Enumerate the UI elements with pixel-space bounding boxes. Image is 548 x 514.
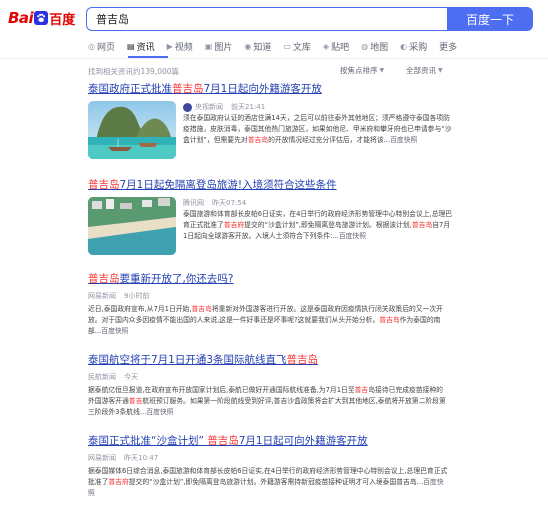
sort-label: 按焦点排序 [340,66,378,75]
result-snippet: 据泰国媒体6日综合消息,泰国旅游和体育部长皮帕6日证实,在4日举行的政府经济形势… [88,467,448,497]
tab-news[interactable]: ▤ 资讯 [127,37,155,55]
result-meta: 网易新闻 9小时前 [88,290,448,302]
tab-label: 视频 [174,42,193,53]
news-result: 泰国政府正式批准普吉岛7月1日起向外籍游客开放 央视新闻 前天21:41 须在泰… [88,82,452,170]
result-meta: 网易新闻 昨天10:47 [88,452,448,464]
result-title[interactable]: 普吉岛7月1日起免隔离登岛旅游!入境须符合这些条件 [88,178,448,192]
snapshot-link[interactable]: 百度快照 [339,232,366,240]
tab-image[interactable]: ▣ 图片 [205,37,233,55]
filter-label: 全部资讯 [406,66,436,75]
tab-wenku[interactable]: ▭ 文库 [283,37,311,55]
tab-map[interactable]: ◍ 地图 [361,37,388,55]
tab-label: 图片 [214,42,233,53]
chevron-down-icon: ▼ [438,67,443,74]
source-icon [183,102,192,112]
result-time: 9小时前 [124,292,150,300]
paw-icon [34,11,49,25]
result-time: 今天 [124,373,138,381]
shopping-icon: ◐ [400,41,408,51]
result-meta: 央视新闻 前天21:41 [183,101,453,113]
tieba-icon: ◈ [322,41,330,51]
result-title[interactable]: 普吉岛要重新开放了,你还去吗? [88,272,448,286]
logo-text: Bai [8,9,34,27]
result-snippet: 据泰航亿恒旦报道,在政府宣布开放国家计划后,泰航已做好开通国际航线准备,为7月1… [88,386,446,416]
result-snippet: 须在泰国政府认证的酒店住满14天，之后可以前往泰外其他地区；须严格遵守泰国各项防… [183,114,452,144]
tab-video[interactable]: ▶ 视频 [167,37,193,55]
result-meta: 腾讯网 昨天07:54 [183,197,453,209]
sort-dropdown[interactable]: 按焦点排序 ▼ [340,65,384,76]
result-title[interactable]: 泰国正式批准“沙盒计划” 普吉岛7月1日起可向外籍游客开放 [88,434,448,448]
video-icon: ▶ [166,41,173,51]
tab-label: 资讯 [136,42,155,53]
result-meta: 民航新闻 今天 [88,371,448,383]
wenku-icon: ▭ [283,41,291,51]
result-source: 腾讯网 [183,199,204,207]
news-result: 泰国正式批准“沙盒计划” 普吉岛7月1日起可向外籍游客开放 网易新闻 昨天10:… [88,434,448,499]
header: Bai 百度 百度一下 [0,0,548,36]
tab-tieba[interactable]: ◈ 贴吧 [323,37,349,55]
tab-label: 文库 [292,42,311,53]
result-title[interactable]: 泰国政府正式批准普吉岛7月1日起向外籍游客开放 [88,82,448,96]
news-icon: ▤ [127,41,135,51]
tab-shopping[interactable]: ◐ 采购 [400,37,427,55]
result-snippet: 近日,泰国政府宣布,从7月1日开始,普吉岛将重新对外国游客进行开放。这是泰国政府… [88,305,443,335]
baidu-logo[interactable]: Bai 百度 [8,8,75,28]
result-source: 央视新闻 [195,103,223,111]
web-icon: ◎ [88,41,95,51]
header-divider [0,58,548,59]
map-icon: ◍ [361,41,369,51]
tab-label: 采购 [409,42,428,53]
tab-label: 地图 [370,42,389,53]
snapshot-link[interactable]: 百度快照 [101,327,128,335]
logo-text-cn: 百度 [49,12,76,28]
result-source: 民航新闻 [88,373,116,381]
search-tabs: ◎ 网页 ▤ 资讯 ▶ 视频 ▣ 图片 ◉ 知道 ▭ 文库 ◈ 贴吧 ◍ 地图 ◐ 采购 更多 [88,37,469,55]
tab-label: 知道 [253,42,272,53]
search-input[interactable] [87,8,448,30]
result-time: 昨天10:47 [124,454,159,462]
news-result: 普吉岛7月1日起免隔离登岛旅游!入境须符合这些条件 腾讯网 昨天07:54 泰国… [88,178,452,266]
snapshot-link[interactable]: 百度快照 [146,408,173,416]
result-thumbnail[interactable] [88,197,176,255]
filter-dropdown[interactable]: 全部资讯 ▼ [406,65,443,76]
result-thumbnail[interactable] [88,101,176,159]
tab-more[interactable]: 更多 [439,37,457,55]
result-title[interactable]: 泰国航空将于7月1日开通3条国际航线直飞普吉岛 [88,353,448,367]
tab-label: 更多 [439,42,458,53]
search-button[interactable]: 百度一下 [447,7,533,31]
result-time: 前天21:41 [231,103,266,111]
tab-zhidao[interactable]: ◉ 知道 [244,37,271,55]
result-source: 网易新闻 [88,292,116,300]
tab-label: 贴吧 [331,42,350,53]
image-icon: ▣ [204,41,213,51]
snapshot-link[interactable]: 百度快照 [390,136,417,144]
chevron-down-icon: ▼ [379,67,385,74]
news-result: 泰国航空将于7月1日开通3条国际航线直飞普吉岛 民航新闻 今天 据泰航亿恒旦报道… [88,353,448,418]
tab-web[interactable]: ◎ 网页 [88,37,115,55]
result-time: 昨天07:54 [212,199,247,207]
result-snippet: 泰国旅游和体育部长皮帕6日证实，在4日举行的政府经济形势管理中心特别会议上,总理… [183,210,453,240]
search-box[interactable] [86,7,448,31]
result-count: 找到相关资讯约139,000篇 [88,67,180,76]
news-result: 普吉岛要重新开放了,你还去吗? 网易新闻 9小时前 近日,泰国政府宣布,从7月1… [88,272,448,337]
result-source: 网易新闻 [88,454,116,462]
tab-label: 网页 [96,42,115,53]
zhidao-icon: ◉ [244,41,252,51]
